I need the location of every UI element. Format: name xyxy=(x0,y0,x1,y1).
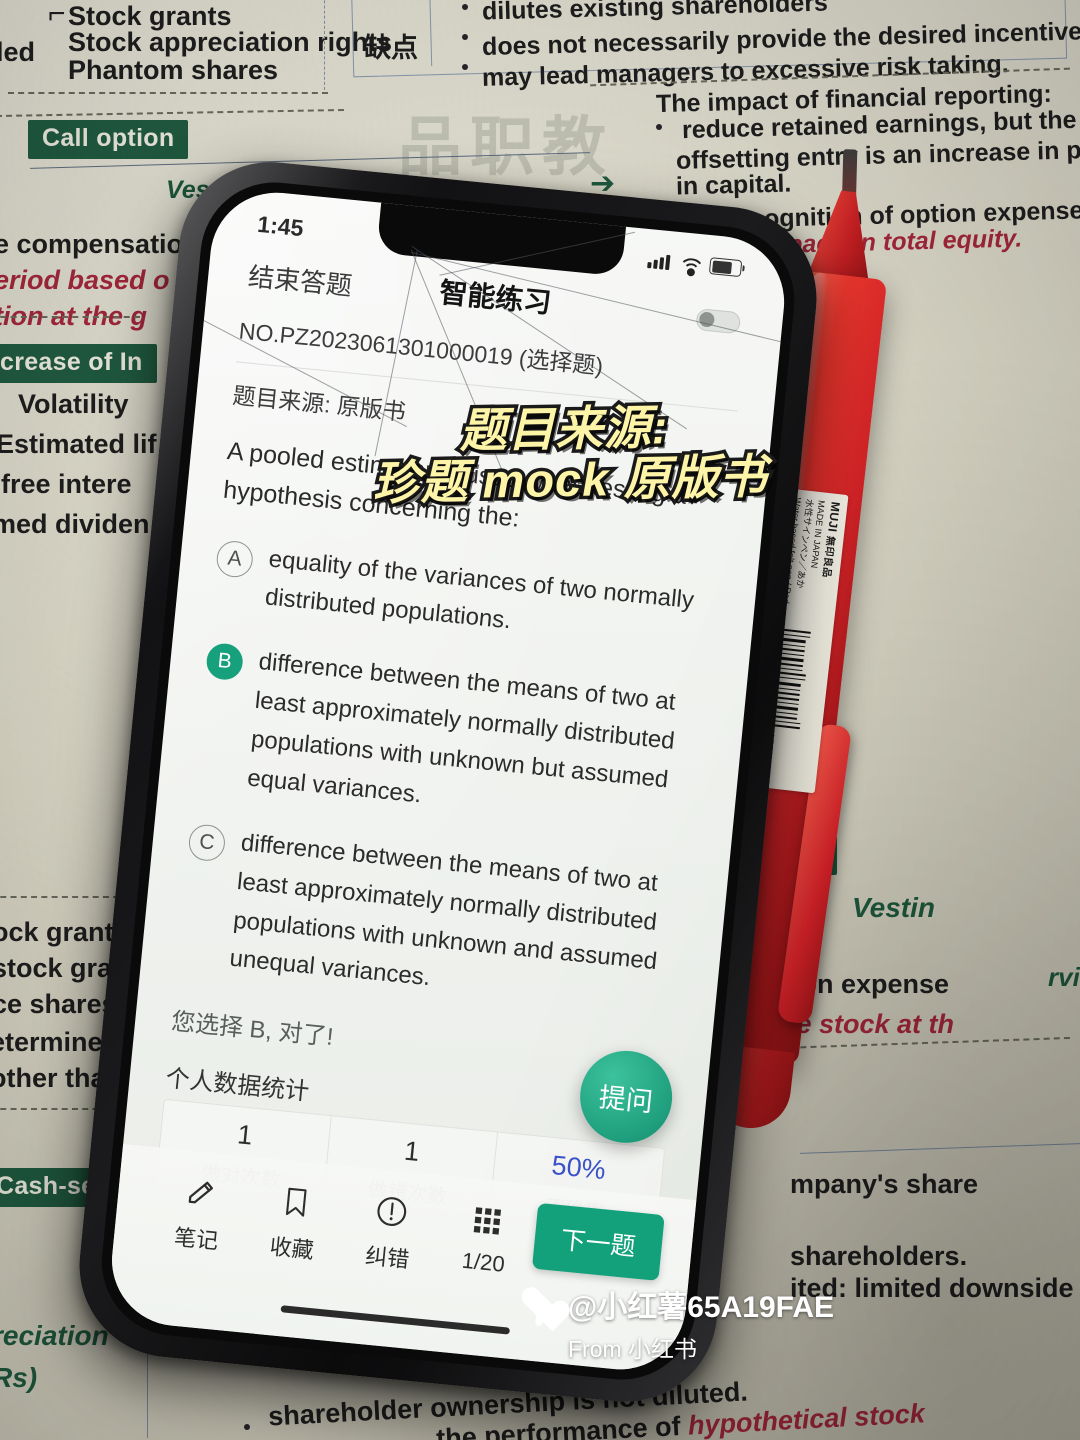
caption-line-1: 题目来源: xyxy=(456,397,673,461)
bg-bullet-a xyxy=(462,4,468,10)
watermark-handle-row: @小红薯65A19FAE xyxy=(520,1282,835,1327)
bg-box-1 xyxy=(324,0,331,90)
bg-factor-1: Volatility xyxy=(18,389,129,419)
bookmark-icon xyxy=(246,1175,346,1230)
option-row[interactable]: B difference between the means of two at… xyxy=(194,638,711,842)
bg-left-line-2: eriod based o xyxy=(0,265,170,295)
grid-icon xyxy=(437,1193,537,1248)
question-grid-button[interactable]: 1/20 xyxy=(434,1193,537,1280)
notes-label: 笔记 xyxy=(173,1224,220,1254)
caption-line-2: 珍题 mock 原版书 xyxy=(368,446,771,513)
bg-impact-line-4: in capital. xyxy=(675,169,792,201)
bg-dash-4 xyxy=(0,316,140,318)
option-marker-c: C xyxy=(187,822,227,863)
bg-increase-bar: crease of In xyxy=(0,344,157,383)
option-row[interactable]: C difference between the means of two at… xyxy=(176,819,693,1023)
bg-rvi-right: rvi xyxy=(1048,962,1080,992)
exclamation-circle-icon xyxy=(342,1184,442,1239)
heart-icon xyxy=(520,1284,560,1327)
ghost-watermark-text: 品职教 xyxy=(398,111,614,183)
end-quiz-button[interactable]: 结束答题 xyxy=(247,256,354,303)
phone-screen: 1:45 结束答题 智能练习 NO.PZ2023061301000019 (选择… xyxy=(105,186,791,1376)
home-indicator xyxy=(280,1305,511,1335)
bg-bullet-c xyxy=(462,64,468,70)
bg-line-right xyxy=(800,1143,1080,1154)
bg-appreciation-2: Rs) xyxy=(0,1362,38,1393)
smartphone: 1:45 结束答题 智能练习 NO.PZ2023061301000019 (选择… xyxy=(70,153,826,1411)
option-text-a: equality of the variances of two normall… xyxy=(263,545,696,635)
signal-bars-icon xyxy=(647,253,671,271)
status-icons xyxy=(647,251,743,286)
phone-bezel: 1:45 结束答题 智能练习 NO.PZ2023061301000019 (选择… xyxy=(95,175,802,1387)
report-error-button[interactable]: 纠错 xyxy=(338,1184,442,1277)
question-progress-label: 1/20 xyxy=(460,1247,506,1277)
bg-factor-3: -free intere xyxy=(0,469,132,499)
screenshot-root: 品职教 led Stock grants Stock appreciation … xyxy=(0,0,1080,1440)
bg-factor-4: med dividen xyxy=(0,509,150,539)
status-time: 1:45 xyxy=(256,210,305,242)
battery-icon xyxy=(708,257,743,278)
watermark: @小红薯65A19FAE From 小红书 xyxy=(520,1282,834,1364)
option-marker-a: A xyxy=(215,538,255,579)
bg-rl-4: shareholders. xyxy=(790,1241,968,1271)
option-text-b: difference between the means of two at l… xyxy=(246,648,677,809)
bg-table-row-label: 缺点 xyxy=(364,33,418,63)
next-question-button[interactable]: 下一题 xyxy=(531,1202,665,1281)
bg-bullet-g xyxy=(244,1424,250,1430)
pencil-icon xyxy=(151,1165,251,1220)
bg-bullet-b xyxy=(462,34,468,40)
caption-overlay: 题目来源: 珍题 mock 原版书 xyxy=(368,397,771,513)
bg-rl-3: mpany's share xyxy=(790,1169,979,1199)
bookmark-button[interactable]: 收藏 xyxy=(243,1175,347,1268)
bg-text-phantom: Phantom shares xyxy=(68,55,279,85)
watermark-handle: @小红薯65A19FAE xyxy=(568,1291,835,1324)
report-error-label: 纠错 xyxy=(364,1243,411,1273)
bookmark-label: 收藏 xyxy=(268,1233,315,1264)
option-marker-b: B xyxy=(204,642,245,682)
bg-dash-1 xyxy=(8,92,328,94)
wifi-icon xyxy=(676,255,706,286)
option-row[interactable]: A equality of the variances of two norma… xyxy=(211,535,720,662)
notes-button[interactable]: 笔记 xyxy=(147,1165,251,1258)
bg-bracket-1: ⌐ xyxy=(48,0,66,30)
bg-vesting-right: Vestin xyxy=(852,892,935,923)
bg-bullet-d xyxy=(656,124,662,130)
page-title: 智能练习 xyxy=(438,276,553,319)
option-text-c: difference between the means of two at l… xyxy=(228,828,659,992)
bg-ll-1: ock grant xyxy=(0,917,114,947)
bg-dash-2 xyxy=(0,108,344,118)
bg-factor-2: Estimated lif xyxy=(0,429,157,459)
watermark-source: From 小红书 xyxy=(568,1336,698,1362)
bg-call-option-bar: Call option xyxy=(28,120,189,159)
bg-text-settled: led xyxy=(0,37,36,67)
